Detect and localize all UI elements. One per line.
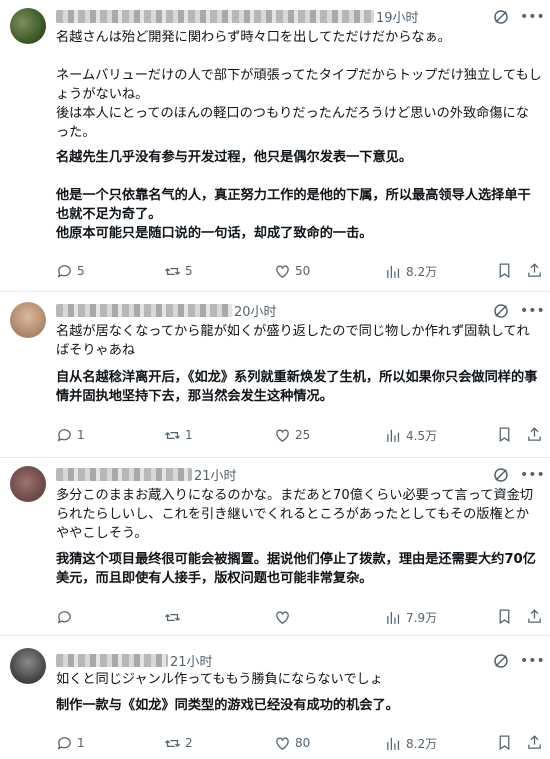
views-button[interactable]: 4.5万 — [385, 426, 437, 444]
bookmark-icon[interactable] — [496, 734, 513, 751]
grok-icon[interactable] — [492, 302, 510, 320]
post-actions: 1 1 25 4.5万 — [56, 426, 543, 444]
like-icon — [276, 611, 289, 624]
like-count: 25 — [295, 428, 311, 442]
post-original-text: 多分このままお蔵入りになるのかな。まだあと70億くらい必要って言って資金切られた… — [56, 488, 534, 541]
author-name[interactable] — [56, 653, 168, 667]
post-original-text: 名越さんは殆ど開発に関わらず時々口を出してただけだからなぁ。 ネームバリューだけ… — [56, 30, 542, 140]
post-2[interactable]: 20小时 ••• 名越が居なくなってから龍が如くが盛り返したので同じ物しか作れず… — [0, 292, 550, 458]
post-time[interactable]: 21小时 — [194, 465, 237, 484]
grok-icon[interactable] — [492, 8, 510, 26]
bookmark-icon[interactable] — [496, 262, 513, 279]
avatar[interactable] — [10, 302, 46, 338]
post-translated-text: 我猜这个项目最终很可能会被搁置。据说他们停止了拨款，理由是还需要大约70亿美元，… — [56, 552, 536, 586]
reply-button[interactable]: 1 — [56, 426, 85, 444]
post-actions: 5 5 50 8.2万 — [56, 262, 543, 280]
avatar[interactable] — [10, 648, 46, 684]
reply-count: 5 — [77, 264, 85, 278]
views-button[interactable]: 8.2万 — [385, 262, 437, 280]
post-time[interactable]: 21小时 — [170, 651, 213, 670]
repost-icon — [164, 267, 181, 275]
reply-count: 1 — [77, 428, 85, 442]
post-header: 19小时 — [56, 6, 419, 26]
post-time[interactable]: 20小时 — [234, 301, 277, 320]
views-icon — [387, 429, 400, 442]
repost-button[interactable]: 5 — [164, 262, 193, 280]
views-count: 4.5万 — [406, 428, 438, 443]
grok-icon[interactable] — [492, 652, 510, 670]
post-header: 21小时 — [56, 464, 237, 484]
like-button[interactable]: 25 — [274, 426, 310, 444]
like-icon — [276, 429, 289, 442]
post-header: 20小时 — [56, 300, 277, 320]
reply-icon — [57, 428, 71, 442]
like-count: 50 — [295, 264, 311, 278]
repost-icon — [164, 613, 181, 621]
more-icon[interactable]: ••• — [520, 466, 545, 484]
author-name[interactable] — [56, 9, 374, 23]
views-icon — [387, 737, 400, 750]
post-translated-text: 制作一款与《如龙》同类型的游戏已经没有成功的机会了。 — [56, 698, 399, 713]
reply-button[interactable] — [56, 608, 77, 626]
avatar[interactable] — [10, 466, 46, 502]
like-count: 80 — [295, 736, 311, 750]
grok-icon[interactable] — [492, 466, 510, 484]
views-icon — [387, 611, 400, 624]
reply-button[interactable]: 1 — [56, 734, 85, 752]
share-icon[interactable] — [526, 426, 543, 443]
like-button[interactable]: 80 — [274, 734, 310, 752]
views-icon — [387, 265, 400, 278]
views-button[interactable]: 8.2万 — [385, 734, 437, 752]
post-3[interactable]: 21小时 ••• 多分このままお蔵入りになるのかな。まだあと70億くらい必要って… — [0, 458, 550, 636]
share-icon[interactable] — [526, 262, 543, 279]
post-header: 21小时 — [56, 650, 213, 670]
post-1[interactable]: 19小时 ••• 名越さんは殆ど開発に関わらず時々口を出してただけだからなぁ。 … — [0, 0, 550, 292]
like-icon — [276, 737, 289, 750]
more-icon[interactable]: ••• — [520, 652, 545, 670]
more-icon[interactable]: ••• — [520, 302, 545, 320]
post-original-text: 名越が居なくなってから龍が如くが盛り返したので同じ物しか作れず固執してればそりゃ… — [56, 324, 530, 358]
views-count: 7.9万 — [406, 610, 438, 625]
post-time[interactable]: 19小时 — [376, 7, 419, 26]
post-4[interactable]: 21小时 ••• 如くと同じジャンル作ってももう勝負にならないでしょ 制作一款与… — [0, 636, 550, 759]
views-button[interactable]: 7.9万 — [385, 608, 437, 626]
repost-icon — [164, 739, 181, 747]
reply-icon — [57, 736, 71, 750]
post-translated-text: 名越先生几乎没有参与开发过程，他只是偶尔发表一下意见。 他是一个只依靠名气的人，… — [56, 150, 531, 241]
repost-count: 1 — [185, 428, 193, 442]
repost-count: 5 — [185, 264, 193, 278]
reply-button[interactable]: 5 — [56, 262, 85, 280]
like-button[interactable] — [274, 608, 295, 626]
author-name[interactable] — [56, 467, 192, 481]
reply-icon — [57, 610, 71, 624]
more-icon[interactable]: ••• — [520, 8, 545, 26]
repost-icon — [164, 431, 181, 439]
author-name[interactable] — [56, 303, 232, 317]
repost-button[interactable]: 2 — [164, 734, 193, 752]
share-icon[interactable] — [526, 734, 543, 751]
bookmark-icon[interactable] — [496, 608, 513, 625]
repost-count: 2 — [185, 736, 193, 750]
like-icon — [276, 265, 289, 278]
views-count: 8.2万 — [406, 264, 438, 279]
repost-button[interactable]: 1 — [164, 426, 193, 444]
share-icon[interactable] — [526, 608, 543, 625]
post-actions: 7.9万 — [56, 608, 543, 626]
views-count: 8.2万 — [406, 736, 438, 751]
reply-icon — [57, 264, 71, 278]
avatar[interactable] — [10, 8, 46, 44]
like-button[interactable]: 50 — [274, 262, 310, 280]
post-actions: 1 2 80 8.2万 — [56, 734, 543, 752]
reply-count: 1 — [77, 736, 85, 750]
post-original-text: 如くと同じジャンル作ってももう勝負にならないでしょ — [56, 672, 383, 687]
bookmark-icon[interactable] — [496, 426, 513, 443]
repost-button[interactable] — [164, 608, 185, 626]
post-translated-text: 自从名越稔洋离开后，《如龙》系列就重新焕发了生机，所以如果你只会做同样的事情并固… — [56, 370, 538, 404]
